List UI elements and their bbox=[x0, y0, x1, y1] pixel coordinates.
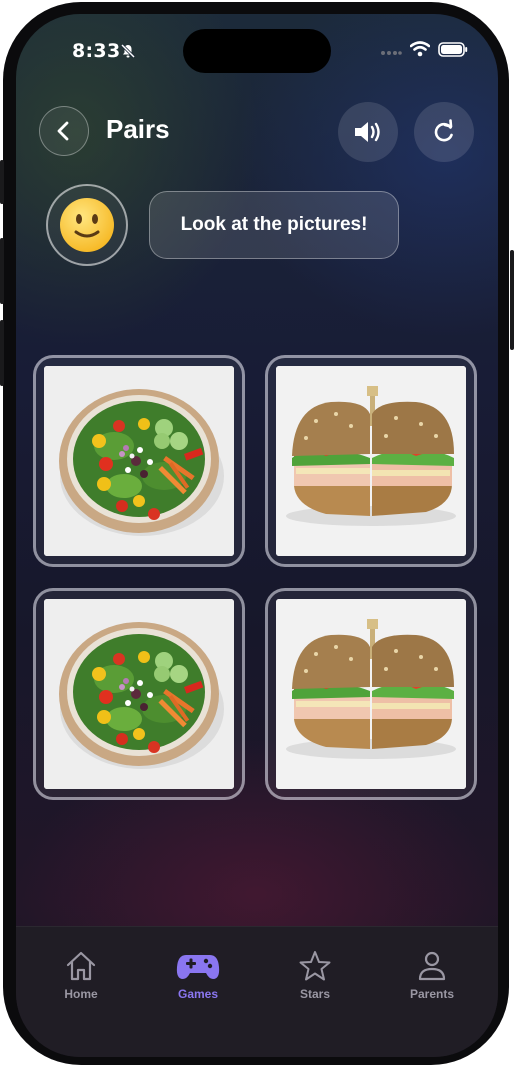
tab-games[interactable]: Games bbox=[153, 949, 243, 1009]
tab-games-label: Games bbox=[177, 987, 219, 1001]
memory-card-sandwich[interactable] bbox=[265, 355, 477, 567]
speech-bubble-text: Look at the pictures! bbox=[180, 214, 368, 235]
back-button[interactable] bbox=[39, 106, 89, 156]
salad-picture bbox=[44, 366, 234, 556]
dynamic-island bbox=[183, 29, 331, 73]
status-time: 8:33 bbox=[72, 40, 121, 62]
tab-home-label: Home bbox=[64, 987, 98, 1001]
volume-up-button bbox=[0, 238, 4, 304]
wifi-icon bbox=[409, 41, 431, 61]
speech-bubble: Look at the pictures! bbox=[149, 191, 399, 259]
memory-card-sandwich[interactable] bbox=[265, 588, 477, 800]
tab-home[interactable]: Home bbox=[36, 949, 126, 1009]
sandwich-picture bbox=[276, 599, 466, 789]
salad-picture bbox=[44, 599, 234, 789]
cellular-signal-icon bbox=[380, 42, 402, 61]
sandwich-picture bbox=[276, 366, 466, 556]
tab-parents[interactable]: Parents bbox=[387, 949, 477, 1009]
tab-bar: Home Games Stars Parents bbox=[16, 926, 498, 1057]
battery-icon bbox=[438, 41, 468, 61]
app-screen: 8:33 Pairs Look at the pictures! Home Ga… bbox=[16, 14, 498, 1057]
tab-stars-label: Stars bbox=[299, 987, 331, 1001]
mascot-avatar bbox=[46, 184, 128, 266]
person-icon bbox=[418, 951, 446, 981]
volume-down-button bbox=[0, 320, 4, 386]
memory-card-salad[interactable] bbox=[33, 355, 245, 567]
restart-button[interactable] bbox=[414, 102, 474, 162]
tab-stars[interactable]: Stars bbox=[270, 949, 360, 1009]
refresh-icon bbox=[434, 119, 453, 142]
home-icon bbox=[66, 951, 96, 981]
gamepad-icon bbox=[176, 955, 220, 979]
sound-button[interactable] bbox=[338, 102, 398, 162]
memory-card-salad[interactable] bbox=[33, 588, 245, 800]
chevron-left-icon bbox=[57, 121, 69, 141]
status-indicators bbox=[380, 41, 468, 61]
bell-muted-icon bbox=[120, 43, 136, 63]
page-title: Pairs bbox=[106, 114, 170, 144]
power-button bbox=[510, 250, 514, 350]
star-icon bbox=[299, 951, 331, 981]
tab-parents-label: Parents bbox=[409, 987, 455, 1001]
silent-switch bbox=[0, 160, 4, 204]
slightly-smiling-face-icon bbox=[60, 198, 114, 252]
speaker-icon bbox=[355, 122, 380, 142]
